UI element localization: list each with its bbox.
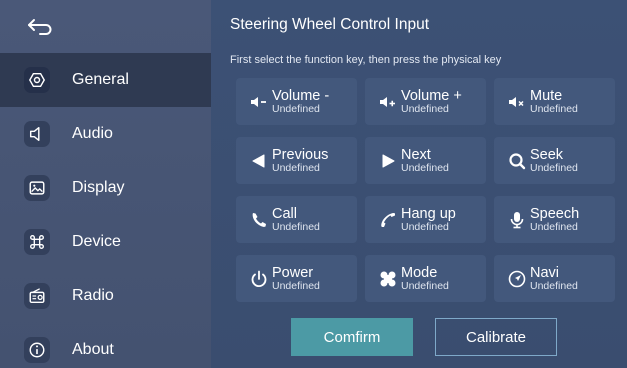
sidebar-item-audio[interactable]: Audio <box>0 107 211 161</box>
sidebar-item-display[interactable]: Display <box>0 161 211 215</box>
key-status: Undefined <box>272 103 320 115</box>
key-label: Previous <box>272 146 329 163</box>
sidebar-item-label: Audio <box>72 125 113 142</box>
key-label: Mute <box>530 87 563 104</box>
page-subtitle: First select the function key, then pres… <box>230 54 502 66</box>
volume-down-icon <box>248 91 270 113</box>
key-label: Next <box>401 146 431 163</box>
phone-icon <box>248 209 270 231</box>
key-status: Undefined <box>272 162 320 174</box>
next-icon <box>377 150 399 172</box>
power-icon <box>248 268 270 290</box>
key-label: Volume - <box>272 87 330 104</box>
back-button[interactable] <box>0 0 211 53</box>
key-label: Call <box>272 205 297 222</box>
info-icon <box>24 337 50 363</box>
key-status: Undefined <box>530 221 578 233</box>
previous-icon <box>248 150 270 172</box>
key-status: Undefined <box>530 162 578 174</box>
volume-up-key[interactable]: Volume + Undefined <box>365 78 486 125</box>
key-status: Undefined <box>401 103 449 115</box>
power-key[interactable]: Power Undefined <box>236 255 357 302</box>
mode-key[interactable]: Mode Undefined <box>365 255 486 302</box>
sidebar-item-label: Device <box>72 233 121 250</box>
key-status: Undefined <box>272 221 320 233</box>
mode-icon <box>377 268 399 290</box>
key-status: Undefined <box>530 103 578 115</box>
sidebar-item-about[interactable]: About <box>0 323 211 368</box>
key-label: Speech <box>530 205 580 222</box>
volume-up-icon <box>377 91 399 113</box>
key-grid: Volume - Undefined Volume + Undefined Mu… <box>236 78 615 302</box>
confirm-button[interactable]: Comfirm <box>291 318 413 356</box>
key-label: Seek <box>530 146 564 163</box>
mute-icon <box>506 91 528 113</box>
key-label: Volume + <box>401 87 462 104</box>
main-panel: Steering Wheel Control Input First selec… <box>211 0 627 368</box>
speech-key[interactable]: Speech Undefined <box>494 196 615 243</box>
image-icon <box>24 175 50 201</box>
navi-key[interactable]: Navi Undefined <box>494 255 615 302</box>
page-title: Steering Wheel Control Input <box>230 16 430 33</box>
radio-icon <box>24 283 50 309</box>
sidebar-item-general[interactable]: General <box>0 53 211 107</box>
sidebar-item-radio[interactable]: Radio <box>0 269 211 323</box>
microphone-icon <box>506 209 528 231</box>
hang-up-icon <box>377 209 399 231</box>
calibrate-button[interactable]: Calibrate <box>435 318 557 356</box>
key-status: Undefined <box>272 280 320 292</box>
hang-up-key[interactable]: Hang up Undefined <box>365 196 486 243</box>
next-key[interactable]: Next Undefined <box>365 137 486 184</box>
speaker-icon <box>24 121 50 147</box>
volume-down-key[interactable]: Volume - Undefined <box>236 78 357 125</box>
sidebar-item-label: General <box>72 71 129 88</box>
sidebar-item-device[interactable]: Device <box>0 215 211 269</box>
seek-key[interactable]: Seek Undefined <box>494 137 615 184</box>
command-icon <box>24 229 50 255</box>
call-key[interactable]: Call Undefined <box>236 196 357 243</box>
previous-key[interactable]: Previous Undefined <box>236 137 357 184</box>
sidebar-item-label: About <box>72 341 114 358</box>
back-arrow-icon <box>28 18 52 35</box>
sidebar: General Audio Display Device Radio About <box>0 0 211 368</box>
key-status: Undefined <box>401 280 449 292</box>
key-label: Mode <box>401 264 438 281</box>
key-status: Undefined <box>401 162 449 174</box>
sidebar-item-label: Display <box>72 179 125 196</box>
navigation-icon <box>506 268 528 290</box>
key-label: Navi <box>530 264 560 281</box>
sidebar-item-label: Radio <box>72 287 114 304</box>
settings-icon <box>24 67 50 93</box>
key-label: Hang up <box>401 205 456 222</box>
key-status: Undefined <box>401 221 449 233</box>
seek-icon <box>506 150 528 172</box>
key-label: Power <box>272 264 314 281</box>
mute-key[interactable]: Mute Undefined <box>494 78 615 125</box>
key-status: Undefined <box>530 280 578 292</box>
